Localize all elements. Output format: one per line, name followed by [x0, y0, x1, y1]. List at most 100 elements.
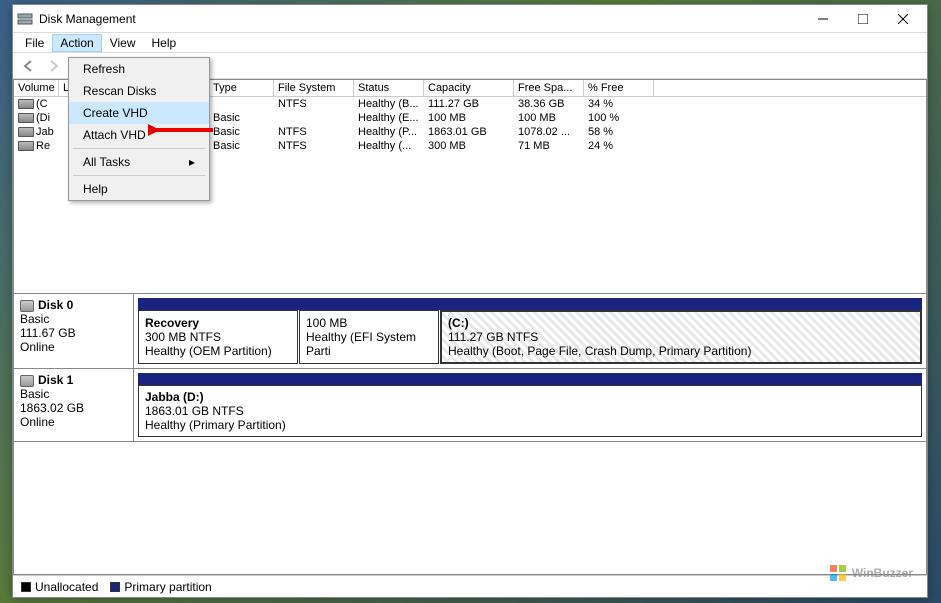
partition-size: 100 MB — [306, 316, 432, 330]
legend: Unallocated Primary partition — [13, 575, 927, 597]
volume-name: Jab — [14, 125, 59, 139]
volume-type: Basic — [209, 111, 274, 125]
disk-name: Disk 1 — [38, 373, 73, 387]
volume-type — [209, 97, 274, 111]
menubar: File Action View Help — [13, 33, 927, 53]
menu-view[interactable]: View — [102, 34, 144, 52]
disk-bar — [138, 298, 922, 310]
volume-type: Basic — [209, 139, 274, 153]
volume-free: 71 MB — [514, 139, 584, 153]
volume-status: Healthy (B... — [354, 97, 424, 111]
volume-free: 38.36 GB — [514, 97, 584, 111]
volume-name: Re — [14, 139, 59, 153]
disk-management-window: Disk Management File Action View Help ? … — [12, 4, 928, 598]
partition-status: Healthy (OEM Partition) — [145, 344, 291, 358]
partition-status: Healthy (Boot, Page File, Crash Dump, Pr… — [448, 344, 914, 358]
col-volume[interactable]: Volume — [14, 80, 59, 96]
volume-free: 1078.02 ... — [514, 125, 584, 139]
volume-icon — [18, 141, 34, 151]
partition-title: Jabba (D:) — [145, 390, 915, 404]
watermark-icon — [828, 563, 848, 583]
volume-free: 100 MB — [514, 111, 584, 125]
window-title: Disk Management — [39, 12, 803, 26]
menu-separator — [73, 175, 205, 176]
partition-size: 300 MB NTFS — [145, 330, 291, 344]
disk-partitions: Recovery300 MB NTFSHealthy (OEM Partitio… — [134, 294, 926, 368]
titlebar: Disk Management — [13, 5, 927, 33]
disk-row: Disk 0Basic111.67 GBOnlineRecovery300 MB… — [14, 294, 926, 369]
partition[interactable]: (C:)111.27 GB NTFSHealthy (Boot, Page Fi… — [440, 310, 922, 364]
partition-status: Healthy (Primary Partition) — [145, 418, 915, 432]
disk-state: Online — [20, 415, 55, 429]
forward-button[interactable] — [43, 56, 63, 76]
col-freespace[interactable]: Free Spa... — [514, 80, 584, 96]
volume-status: Healthy (P... — [354, 125, 424, 139]
partition[interactable]: Recovery300 MB NTFSHealthy (OEM Partitio… — [138, 310, 298, 364]
volume-type: Basic — [209, 125, 274, 139]
partition[interactable]: 100 MBHealthy (EFI System Parti — [299, 310, 439, 364]
submenu-arrow-icon: ▸ — [189, 155, 195, 169]
partition[interactable]: Jabba (D:)1863.01 GB NTFSHealthy (Primar… — [138, 385, 922, 437]
volume-capacity: 300 MB — [424, 139, 514, 153]
disk-row: Disk 1Basic1863.02 GBOnlineJabba (D:)186… — [14, 369, 926, 442]
volume-fs: NTFS — [274, 125, 354, 139]
primary-swatch — [110, 582, 120, 592]
back-button[interactable] — [19, 56, 39, 76]
col-type[interactable]: Type — [209, 80, 274, 96]
app-icon — [17, 11, 33, 27]
partition-size: 111.27 GB NTFS — [448, 330, 914, 344]
partition-title: (C:) — [448, 316, 914, 330]
legend-primary: Primary partition — [110, 580, 211, 594]
partition-size: 1863.01 GB NTFS — [145, 404, 915, 418]
close-button[interactable] — [883, 6, 923, 32]
volume-status: Healthy (E... — [354, 111, 424, 125]
volume-name: (Di — [14, 111, 59, 125]
menu-refresh[interactable]: Refresh — [69, 58, 209, 80]
col-status[interactable]: Status — [354, 80, 424, 96]
col-capacity[interactable]: Capacity — [424, 80, 514, 96]
col-pctfree[interactable]: % Free — [584, 80, 654, 96]
volume-status: Healthy (... — [354, 139, 424, 153]
disk-partitions: Jabba (D:)1863.01 GB NTFSHealthy (Primar… — [134, 369, 926, 441]
volume-capacity: 100 MB — [424, 111, 514, 125]
volume-capacity: 1863.01 GB — [424, 125, 514, 139]
watermark: WinBuzzer — [828, 563, 913, 583]
disk-bar — [138, 373, 922, 385]
disk-info[interactable]: Disk 0Basic111.67 GBOnline — [14, 294, 134, 368]
minimize-button[interactable] — [803, 6, 843, 32]
annotation-arrow — [148, 120, 218, 140]
volume-capacity: 111.27 GB — [424, 97, 514, 111]
legend-unallocated: Unallocated — [21, 580, 98, 594]
partition-container: Recovery300 MB NTFSHealthy (OEM Partitio… — [138, 310, 922, 364]
disk-info[interactable]: Disk 1Basic1863.02 GBOnline — [14, 369, 134, 441]
disk-state: Online — [20, 340, 55, 354]
menu-file[interactable]: File — [17, 34, 52, 52]
volume-pct: 58 % — [584, 125, 654, 139]
volume-pct: 100 % — [584, 111, 654, 125]
disk-size: 1863.02 GB — [20, 401, 84, 415]
volume-name: (C — [14, 97, 59, 111]
disk-icon — [20, 300, 34, 312]
volume-pct: 34 % — [584, 97, 654, 111]
partition-container: Jabba (D:)1863.01 GB NTFSHealthy (Primar… — [138, 385, 922, 437]
volume-icon — [18, 99, 34, 109]
menu-all-tasks[interactable]: All Tasks▸ — [69, 151, 209, 173]
menu-rescan-disks[interactable]: Rescan Disks — [69, 80, 209, 102]
col-filesystem[interactable]: File System — [274, 80, 354, 96]
disk-map[interactable]: Disk 0Basic111.67 GBOnlineRecovery300 MB… — [13, 294, 927, 575]
unallocated-swatch — [21, 582, 31, 592]
volume-fs: NTFS — [274, 97, 354, 111]
maximize-button[interactable] — [843, 6, 883, 32]
partition-title: Recovery — [145, 316, 291, 330]
menu-action[interactable]: Action — [52, 34, 101, 52]
volume-fs — [274, 111, 354, 125]
menu-help[interactable]: Help — [144, 34, 185, 52]
disk-type: Basic — [20, 312, 49, 326]
disk-name: Disk 0 — [38, 298, 73, 312]
menu-help[interactable]: Help — [69, 178, 209, 200]
volume-icon — [18, 127, 34, 137]
partition-status: Healthy (EFI System Parti — [306, 330, 432, 358]
disk-icon — [20, 375, 34, 387]
volume-pct: 24 % — [584, 139, 654, 153]
disk-type: Basic — [20, 387, 49, 401]
